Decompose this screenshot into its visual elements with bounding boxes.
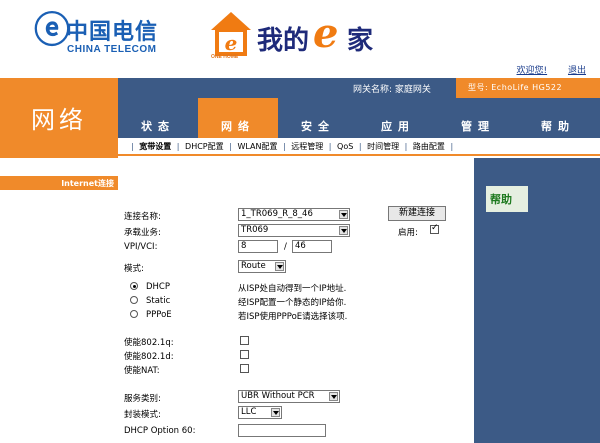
tab-applications[interactable]: 应用 [358,98,438,138]
telecom-mark-icon: ⓔ [34,9,71,51]
enable-nat-checkbox[interactable] [240,364,249,373]
conn-name-select[interactable]: 1_TR069_R_8_46 [238,208,350,221]
static-radio[interactable] [130,296,138,304]
sidebar: Internet连接 [0,158,118,443]
top-links: 欢迎您! 退出 [499,63,587,76]
pppoe-radio[interactable] [130,310,138,318]
mode-label: 模式: [124,264,144,274]
model-box: 型号: EchoLife HG522 [456,78,600,98]
dhcp-option60-input[interactable] [238,424,326,437]
enable-8021q-checkbox[interactable] [240,336,249,345]
service-type-label: 服务类别: [124,394,161,404]
pppoe-desc: 若ISP使用PPPoE请选择该项. [238,312,348,322]
model-label: 型号: EchoLife HG522 [468,83,563,92]
ehome-logo: e ONE HOME 我的 e 家 [205,6,395,64]
main-nav: 状态 网络 安全 应用 管理 帮助 [118,98,600,138]
info-bar: 网关名称: 家庭网关 型号: EchoLife HG522 [118,78,600,98]
telecom-logo-cn: 中国电信 [66,20,159,45]
encap-label: 封装模式: [124,410,161,420]
conn-name-label: 连接名称: [124,212,161,222]
dhcp-label: DHCP [146,282,170,292]
sub-nav: | 宽带设置 | DHCP配置 | WLAN配置 | 远程管理 | QoS | … [118,138,600,156]
enable-nat-label: 使能NAT: [124,366,160,376]
tab-network[interactable]: 网络 [198,98,278,138]
enable-8021q-label: 使能802.1q: [124,338,174,348]
logout-link[interactable]: 退出 [568,63,586,76]
service-select[interactable]: TR069 [238,224,350,237]
enable-8021d-checkbox[interactable] [240,350,249,359]
header: ⓔ 中国电信 CHINA TELECOM e ONE HOME 我的 e 家 欢… [0,0,600,78]
tab-security[interactable]: 安全 [278,98,358,138]
help-box: 帮助 [486,186,528,212]
content-form: 连接名称: 1_TR069_R_8_46 新建连接 承载业务: TR069 启用… [118,158,474,443]
vpi-vci-label: VPI/VCI: [124,242,158,252]
product-text-1: 我的 [257,26,310,56]
china-telecom-logo: ⓔ 中国电信 CHINA TELECOM [30,10,180,56]
pppoe-label: PPPoE [146,310,172,320]
chevron-down-icon [275,262,284,271]
welcome-link[interactable]: 欢迎您! [517,63,548,76]
service-label: 承载业务: [124,228,161,238]
encap-select[interactable]: LLC [238,406,282,419]
product-e: e [313,10,339,57]
subnav-route[interactable]: 路由配置 [413,142,445,151]
sidebar-item-internet[interactable]: Internet连接 [0,176,118,190]
dhcp-desc: 从ISP处自动得到一个IP地址. [238,284,347,294]
service-type-value: UBR Without PCR [241,391,315,401]
chevron-down-icon [339,210,348,219]
help-panel: 帮助 [474,158,600,443]
subnav-dhcp[interactable]: DHCP配置 [185,142,224,151]
telecom-logo-en: CHINA TELECOM [67,44,157,55]
mode-value: Route [241,261,266,271]
vci-input[interactable]: 46 [292,240,332,253]
help-title: 帮助 [490,193,512,206]
dhcp-option60-label: DHCP Option 60: [124,426,196,436]
chevron-down-icon [339,226,348,235]
product-sub: ONE HOME [211,54,239,60]
tab-help[interactable]: 帮助 [518,98,598,138]
dhcp-radio[interactable] [130,282,138,290]
subnav-time[interactable]: 时间管理 [367,142,399,151]
enable-checkbox[interactable] [430,223,439,234]
product-text-2: 家 [347,26,374,56]
subnav-qos[interactable]: QoS [337,142,353,151]
page-title: 网络 [31,106,87,134]
service-type-select[interactable]: UBR Without PCR [238,390,340,403]
vpi-input[interactable]: 8 [238,240,278,253]
svg-text:e: e [225,31,238,55]
static-desc: 经ISP配置一个静态的IP给你. [238,298,347,308]
conn-name-value: 1_TR069_R_8_46 [241,209,313,219]
new-connection-button[interactable]: 新建连接 [388,206,446,221]
tab-status[interactable]: 状态 [118,98,198,138]
subnav-broadband[interactable]: 宽带设置 [139,142,171,151]
static-label: Static [146,296,171,306]
enable-8021d-label: 使能802.1d: [124,352,174,362]
encap-value: LLC [241,407,257,417]
enable-label: 启用: [398,228,418,238]
mode-select[interactable]: Route [238,260,286,273]
gateway-name: 网关名称: 家庭网关 [353,85,431,95]
subnav-remote[interactable]: 远程管理 [291,142,323,151]
subnav-wlan[interactable]: WLAN配置 [237,142,277,151]
vci-separator: / [284,242,287,252]
chevron-down-icon [271,408,280,417]
chevron-down-icon [329,392,338,401]
tab-management[interactable]: 管理 [438,98,518,138]
service-value: TR069 [241,225,269,235]
